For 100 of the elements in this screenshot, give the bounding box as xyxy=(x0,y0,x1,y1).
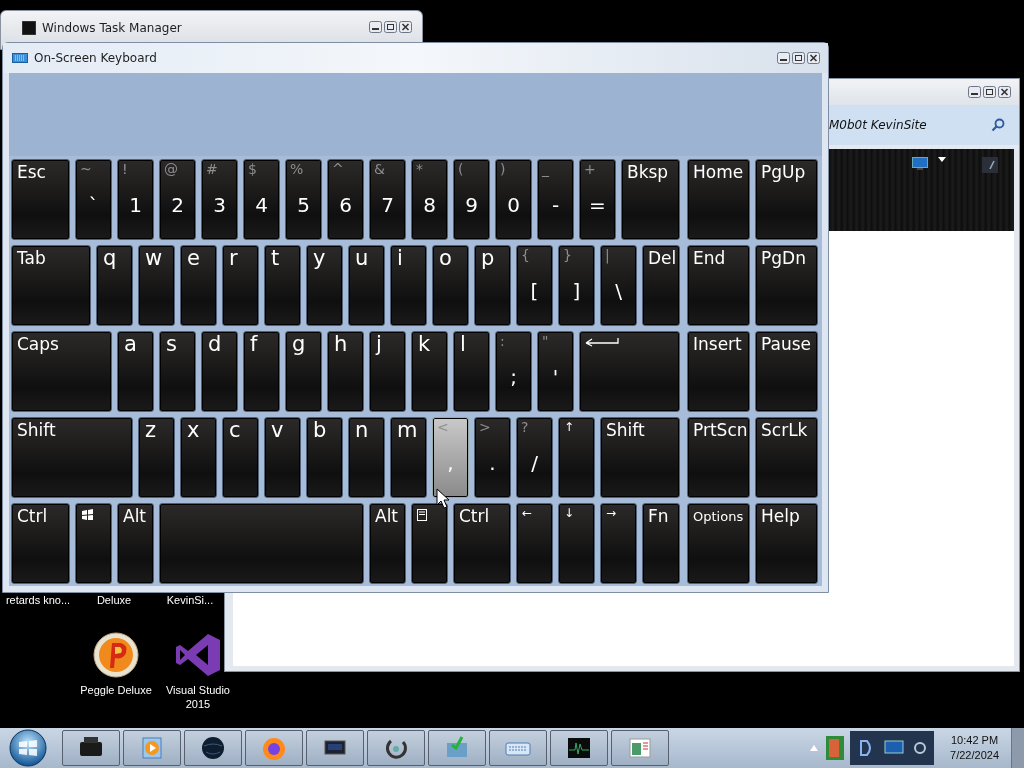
app-icon[interactable] xyxy=(826,736,845,760)
keyboard-key[interactable]: ( 9 xyxy=(453,159,490,240)
icon-label[interactable]: retards kno... xyxy=(0,594,76,606)
keyboard-key[interactable]: PrtScn xyxy=(687,417,750,498)
keyboard-key[interactable]: # 3 xyxy=(201,159,238,240)
minimize-button[interactable] xyxy=(968,86,981,98)
circle-icon[interactable] xyxy=(914,739,927,757)
minimize-button[interactable] xyxy=(777,52,790,64)
keyboard-key[interactable]: b xyxy=(306,417,343,498)
keyboard-key[interactable]: ) 0 xyxy=(495,159,532,240)
keyboard-key[interactable]: g xyxy=(285,331,322,412)
keyboard-key[interactable]: | \ xyxy=(600,245,637,326)
keyboard-key[interactable]: ← xyxy=(516,503,553,584)
keyboard-key[interactable]: r xyxy=(222,245,259,326)
app-icon[interactable] xyxy=(982,157,998,173)
keyboard-key[interactable]: Alt xyxy=(117,503,154,584)
keyboard-key[interactable]: k xyxy=(411,331,448,412)
keyboard-key[interactable]: i xyxy=(390,245,427,326)
clock[interactable]: 10:42 PM 7/22/2024 xyxy=(950,733,999,763)
keyboard-key[interactable]: n xyxy=(348,417,385,498)
keyboard-key[interactable]: y xyxy=(306,245,343,326)
keyboard-key[interactable]: l xyxy=(453,331,490,412)
keyboard-key[interactable]: Ctrl xyxy=(453,503,511,584)
close-button[interactable] xyxy=(998,86,1011,98)
keyboard-key[interactable]: Caps xyxy=(11,331,112,412)
keyboard-key[interactable]: z xyxy=(138,417,175,498)
keyboard-key[interactable]: Shift xyxy=(600,417,680,498)
windows-logo-icon xyxy=(81,509,94,521)
keyboard-key[interactable]: + = xyxy=(579,159,616,240)
keyboard-key[interactable]: d xyxy=(201,331,238,412)
close-button[interactable] xyxy=(807,52,820,64)
keyboard-key[interactable]: o xyxy=(432,245,469,326)
keyboard-key[interactable]: Tab xyxy=(11,245,91,326)
icon-label[interactable]: Visual Studio 2015 xyxy=(159,683,237,711)
keyboard-key[interactable]: Esc xyxy=(11,159,70,240)
keyboard-key[interactable]: $ 4 xyxy=(243,159,280,240)
keyboard-key[interactable]: PgDn xyxy=(755,245,818,326)
keyboard-key[interactable]: Shift xyxy=(11,417,133,498)
keyboard-key[interactable]: " ' xyxy=(537,331,574,412)
keyboard-key[interactable]: x xyxy=(180,417,217,498)
keyboard-key[interactable]: End xyxy=(687,245,750,326)
icon-label[interactable]: Peggle Deluxe xyxy=(77,683,155,697)
minimize-button[interactable] xyxy=(369,21,382,33)
keyboard-key[interactable]: * 8 xyxy=(411,159,448,240)
keyboard-key[interactable]: Bksp xyxy=(621,159,680,240)
icon-label[interactable]: KevinSi... xyxy=(152,594,228,606)
maximize-button[interactable] xyxy=(384,21,397,33)
keyboard-key[interactable]: ScrLk xyxy=(755,417,818,498)
keyboard-key[interactable]: m xyxy=(390,417,427,498)
keyboard-key[interactable]: a xyxy=(117,331,154,412)
keyboard-key[interactable]: ? / xyxy=(516,417,553,498)
keyboard-key[interactable] xyxy=(75,503,112,584)
keyboard-key[interactable]: w xyxy=(138,245,175,326)
keyboard-key[interactable]: { [ xyxy=(516,245,553,326)
keyboard-key[interactable]: ~ ` xyxy=(75,159,112,240)
keyboard-key[interactable]: Home xyxy=(687,159,750,240)
keyboard-key[interactable]: c xyxy=(222,417,259,498)
start-button[interactable] xyxy=(8,728,48,768)
keyboard-key[interactable]: @ 2 xyxy=(159,159,196,240)
keyboard-key[interactable]: Options xyxy=(687,503,750,584)
keyboard-key[interactable]: Fn xyxy=(642,503,680,584)
keyboard-key[interactable]: u xyxy=(348,245,385,326)
close-button[interactable] xyxy=(399,21,412,33)
keyboard-key[interactable]: ↓ xyxy=(558,503,595,584)
keyboard-key[interactable]: ^ 6 xyxy=(327,159,364,240)
keyboard-key[interactable]: % 5 xyxy=(285,159,322,240)
keyboard-key[interactable]: Alt xyxy=(369,503,406,584)
keyboard-key[interactable]: q xyxy=(96,245,133,326)
keyboard-key[interactable]: PgUp xyxy=(755,159,818,240)
search-icon[interactable] xyxy=(991,118,1005,132)
maximize-button[interactable] xyxy=(983,86,996,98)
keyboard-key[interactable]: Help xyxy=(755,503,818,584)
keyboard-key[interactable] xyxy=(411,503,448,584)
keyboard-key[interactable]: } ] xyxy=(558,245,595,326)
space-bar[interactable] xyxy=(159,503,364,584)
keyboard-key[interactable]: ↑ xyxy=(558,417,595,498)
keyboard-key[interactable]: Pause xyxy=(755,331,818,412)
caret-icon[interactable] xyxy=(938,157,946,162)
keyboard-key[interactable]: ! 1 xyxy=(117,159,154,240)
keyboard-key[interactable]: j xyxy=(369,331,406,412)
keyboard-key[interactable]: & 7 xyxy=(369,159,406,240)
keyboard-key[interactable]: _ - xyxy=(537,159,574,240)
keyboard-key[interactable]: → xyxy=(600,503,637,584)
maximize-button[interactable] xyxy=(792,52,805,64)
keyboard-key[interactable]: > . xyxy=(474,417,511,498)
keyboard-key[interactable]: e xyxy=(180,245,217,326)
keyboard-key[interactable]: v xyxy=(264,417,301,498)
keyboard-key[interactable]: Insert xyxy=(687,331,750,412)
keyboard-key[interactable]: f xyxy=(243,331,280,412)
keyboard-key[interactable]: p xyxy=(474,245,511,326)
keyboard-key[interactable]: s xyxy=(159,331,196,412)
keyboard-key[interactable]: : ; xyxy=(495,331,532,412)
icon-label[interactable]: Deluxe xyxy=(76,594,152,606)
keyboard-key[interactable]: Del xyxy=(642,245,680,326)
monitor-icon[interactable] xyxy=(912,157,928,170)
keyboard-key[interactable]: t xyxy=(264,245,301,326)
ball-icon[interactable] xyxy=(92,631,140,679)
keyboard-key[interactable]: Ctrl xyxy=(11,503,70,584)
infinity-icon[interactable] xyxy=(174,631,222,679)
keyboard-key[interactable]: h xyxy=(327,331,364,412)
